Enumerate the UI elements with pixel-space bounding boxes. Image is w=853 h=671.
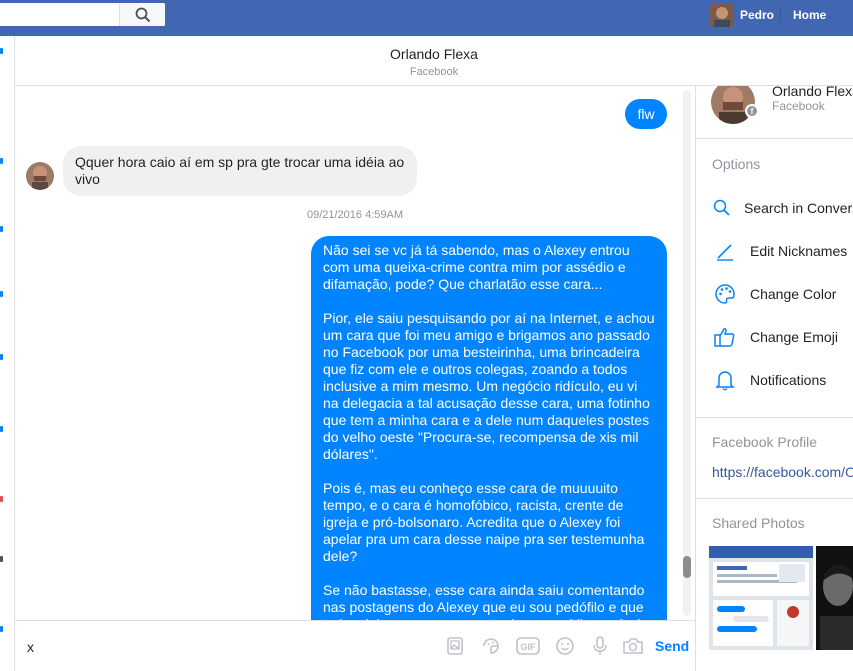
- outgoing-message[interactable]: flw: [625, 99, 667, 129]
- palette-icon: [712, 281, 738, 307]
- top-navigation-bar: Pedro Home: [0, 0, 853, 36]
- conversation-header: Orlando Flexa Facebook: [15, 36, 853, 86]
- svg-text:GIF: GIF: [521, 642, 537, 652]
- emoji-icon[interactable]: [552, 633, 578, 659]
- option-notifications[interactable]: Notifications: [712, 365, 853, 395]
- conversation-list-edge: [0, 36, 15, 671]
- shared-photo[interactable]: [709, 546, 813, 650]
- facebook-badge-icon: f: [745, 104, 759, 118]
- list-marker: [0, 48, 3, 54]
- contact-name[interactable]: Orlando Flexa: [772, 86, 853, 99]
- contact-avatar[interactable]: f: [711, 86, 761, 124]
- photo-icon[interactable]: [442, 633, 468, 659]
- conversation-title[interactable]: Orlando Flexa: [15, 46, 853, 62]
- home-link[interactable]: Home: [793, 8, 826, 22]
- option-label: Change Color: [750, 286, 837, 302]
- list-marker: [0, 426, 3, 432]
- avatar: [710, 3, 734, 27]
- facebook-profile-heading: Facebook Profile: [712, 434, 818, 450]
- option-label: Search in Conversation: [744, 200, 853, 216]
- option-search-in-conversation[interactable]: Search in Conversation: [712, 193, 853, 223]
- message-timestamp: 09/21/2016 4:59AM: [306, 209, 404, 221]
- divider: [696, 417, 853, 418]
- gif-icon[interactable]: GIF: [515, 633, 541, 659]
- sticker-icon[interactable]: [478, 633, 504, 659]
- contact-subtitle: Facebook: [772, 99, 825, 113]
- option-label: Notifications: [750, 372, 827, 388]
- shared-photos-heading: Shared Photos: [712, 515, 805, 531]
- list-marker: [0, 626, 3, 632]
- divider: [696, 498, 853, 499]
- list-marker: [0, 291, 3, 297]
- message-paragraph: Não sei se vc já tá sabendo, mas o Alexe…: [323, 242, 634, 292]
- message-thread[interactable]: flw Qquer hora caio aí em sp pra gte tro…: [15, 86, 695, 620]
- list-marker: [0, 354, 3, 360]
- pencil-icon: [712, 238, 738, 264]
- thumbs-up-icon: [712, 324, 738, 350]
- list-marker: [0, 158, 3, 164]
- sender-avatar[interactable]: [26, 162, 54, 190]
- option-label: Change Emoji: [750, 329, 838, 345]
- divider: [696, 138, 853, 139]
- topbar-divider: [780, 8, 781, 22]
- scrollbar-thumb[interactable]: [683, 556, 691, 578]
- options-heading: Options: [712, 156, 761, 172]
- message-paragraph: Pois é, mas eu conheço esse cara de muuu…: [323, 480, 649, 564]
- option-change-emoji[interactable]: Change Emoji: [712, 322, 853, 352]
- message-paragraph: Se não bastasse, esse cara ainda saiu co…: [323, 582, 645, 620]
- option-edit-nicknames[interactable]: Edit Nicknames: [712, 236, 853, 266]
- shared-photo[interactable]: [816, 546, 853, 650]
- profile-link[interactable]: Pedro: [710, 3, 774, 27]
- message-composer: x GIF Send: [15, 620, 695, 671]
- list-marker: [0, 556, 3, 562]
- message-input[interactable]: x: [27, 639, 427, 655]
- list-marker: [0, 496, 3, 502]
- option-label: Edit Nicknames: [750, 243, 848, 259]
- message-paragraph: Pior, ele saiu pesquisando por aí na Int…: [323, 310, 659, 462]
- send-button[interactable]: Send: [655, 638, 689, 654]
- outgoing-message[interactable]: Não sei se vc já tá sabendo, mas o Alexe…: [311, 236, 667, 620]
- microphone-icon[interactable]: [587, 633, 613, 659]
- incoming-message[interactable]: Qquer hora caio aí em sp pra gte trocar …: [63, 146, 417, 196]
- camera-icon[interactable]: [620, 633, 646, 659]
- search-icon: [135, 7, 150, 22]
- search-icon: [712, 195, 732, 221]
- search-button[interactable]: [119, 3, 165, 26]
- facebook-profile-link[interactable]: https://facebook.com/OrlandoFlexa: [712, 464, 853, 480]
- conversation-subtitle: Facebook: [409, 66, 459, 78]
- message-scrollbar[interactable]: [683, 90, 691, 616]
- conversation-details-panel: f Orlando Flexa Facebook Options Search …: [695, 86, 853, 671]
- profile-name: Pedro: [740, 8, 775, 22]
- bell-icon: [712, 367, 738, 393]
- list-marker: [0, 226, 3, 232]
- option-change-color[interactable]: Change Color: [712, 279, 853, 309]
